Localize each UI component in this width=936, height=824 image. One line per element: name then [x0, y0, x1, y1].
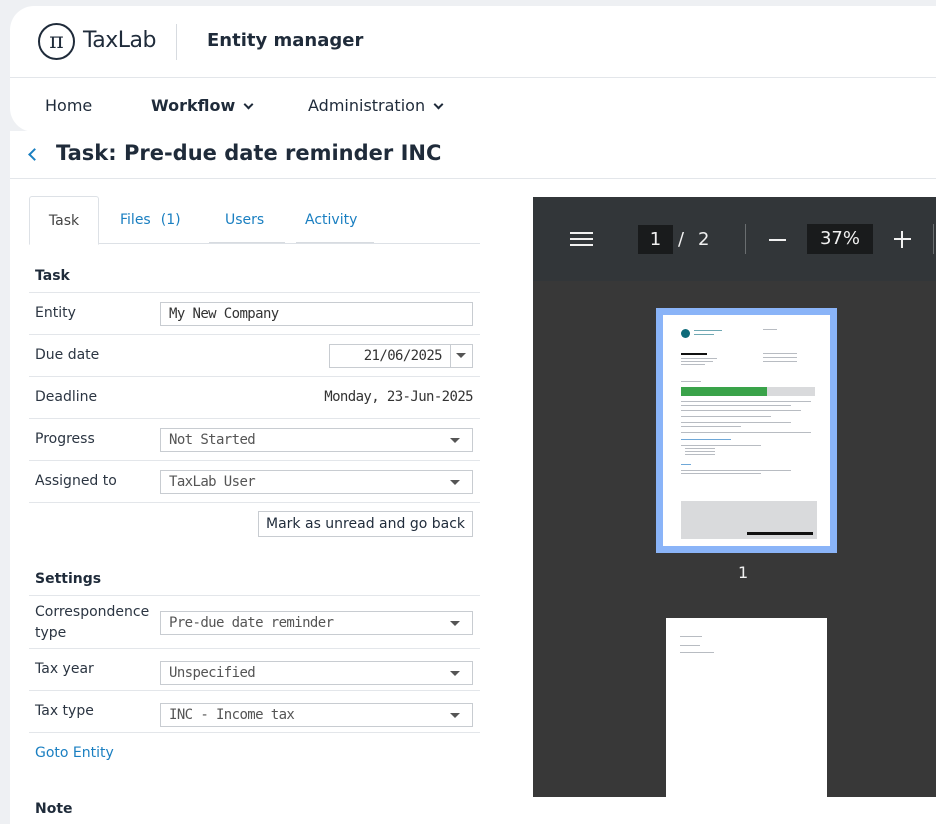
tab-task[interactable]: Task: [29, 196, 99, 245]
tab-files[interactable]: Files (1): [120, 196, 181, 244]
brand-divider: [176, 24, 177, 60]
assigned-value: TaxLab User: [169, 474, 256, 490]
deadline-value: Monday, 23-Jun-2025: [324, 389, 473, 405]
tax-type-value: INC - Income tax: [169, 707, 295, 723]
title-bar: Task: Pre-due date reminder INC: [10, 131, 936, 179]
goto-entity-link[interactable]: Goto Entity: [35, 745, 114, 761]
caret-down-icon: [450, 480, 460, 485]
page-number-input[interactable]: 1: [638, 225, 673, 254]
progress-select[interactable]: Not Started: [160, 428, 473, 452]
chevron-down-icon: [433, 99, 444, 110]
toolbar-divider: [745, 224, 746, 254]
corr-type-value: Pre-due date reminder: [169, 615, 334, 631]
caret-down-icon: [450, 671, 460, 676]
tab-users[interactable]: Users: [225, 196, 264, 244]
tab-users-underline: [209, 242, 285, 243]
due-date-field[interactable]: 21/06/2025: [329, 344, 473, 368]
due-date-value: 21/06/2025: [363, 348, 443, 364]
tab-activity[interactable]: Activity: [305, 196, 357, 244]
page-thumbnail-image: [663, 315, 830, 546]
letterhead-logo-icon: [681, 329, 690, 338]
toolbar-divider: [933, 224, 934, 254]
brand-bar: π TaxLab Entity manager: [10, 6, 936, 78]
tax-year-row: Tax year Unspecified: [29, 648, 480, 690]
tax-type-label: Tax type: [35, 703, 94, 719]
zoom-level-input[interactable]: 37%: [807, 224, 873, 254]
mark-row: Mark as unread and go back: [29, 502, 480, 548]
date-picker-button[interactable]: [450, 345, 472, 367]
page-thumbnail-1[interactable]: [656, 308, 837, 553]
corr-type-row: Correspondence type Pre-due date reminde…: [29, 595, 480, 648]
nav-home[interactable]: Home: [45, 96, 92, 115]
zoom-out-icon[interactable]: [769, 239, 786, 241]
tab-files-label: Files: [120, 212, 151, 228]
caret-down-icon: [450, 621, 460, 626]
files-count-badge: (1): [160, 212, 181, 228]
brand-name[interactable]: TaxLab: [83, 28, 157, 53]
caret-down-icon: [456, 353, 466, 358]
page-total: 2: [698, 229, 710, 250]
tax-type-row: Tax type INC - Income tax: [29, 690, 480, 732]
nav-administration-label: Administration: [308, 96, 426, 115]
chevron-down-icon: [243, 99, 254, 110]
thumbnail-1-number: 1: [738, 563, 749, 582]
caret-down-icon: [450, 438, 460, 443]
pdf-toolbar: 1 / 2 37%: [533, 197, 936, 281]
app-title: Entity manager: [207, 30, 364, 51]
assigned-row: Assigned to TaxLab User: [29, 460, 480, 502]
app-header: π TaxLab Entity manager Home Workflow Ad…: [10, 6, 936, 132]
nav-home-label: Home: [45, 96, 93, 115]
tax-year-label: Tax year: [35, 661, 94, 677]
page-thumbnail-2[interactable]: [666, 618, 827, 797]
tax-year-value: Unspecified: [169, 665, 256, 681]
due-date-label: Due date: [35, 347, 100, 363]
assigned-label: Assigned to: [35, 473, 117, 489]
mark-unread-button[interactable]: Mark as unread and go back: [258, 511, 473, 537]
back-chevron-icon[interactable]: [28, 148, 41, 161]
deadline-label: Deadline: [35, 389, 98, 405]
due-date-row: Due date 21/06/2025: [29, 334, 480, 376]
corr-type-label: Correspondence type: [35, 604, 150, 641]
nav-workflow[interactable]: Workflow: [151, 96, 254, 115]
entity-field[interactable]: My New Company: [160, 302, 473, 326]
pdf-viewer[interactable]: 1 / 2 37% 1: [533, 197, 936, 797]
nav-administration[interactable]: Administration: [308, 96, 444, 115]
tab-users-label: Users: [225, 212, 265, 228]
progress-value: Not Started: [169, 432, 256, 448]
task-section-title: Task: [35, 268, 70, 284]
tax-type-select[interactable]: INC - Income tax: [160, 703, 473, 727]
entity-row: Entity My New Company: [29, 292, 480, 334]
tab-activity-label: Activity: [305, 212, 358, 228]
taxlab-logo-icon[interactable]: π: [38, 23, 75, 60]
caret-down-icon: [450, 713, 460, 718]
nav-workflow-label: Workflow: [151, 96, 236, 115]
assigned-select[interactable]: TaxLab User: [160, 470, 473, 494]
tab-task-label: Task: [48, 213, 80, 229]
entity-label: Entity: [35, 305, 76, 321]
note-section-title: Note: [35, 801, 73, 817]
zoom-in-icon[interactable]: [894, 231, 911, 248]
progress-row: Progress Not Started: [29, 418, 480, 460]
main-nav: Home Workflow Administration: [10, 78, 936, 132]
deadline-row: Deadline Monday, 23-Jun-2025: [29, 376, 480, 418]
progress-label: Progress: [35, 431, 95, 447]
goto-row: Goto Entity: [29, 732, 480, 774]
menu-icon[interactable]: [570, 232, 593, 247]
tab-activity-underline: [296, 242, 374, 243]
tax-year-select[interactable]: Unspecified: [160, 661, 473, 685]
page-separator: /: [678, 229, 685, 250]
settings-section-title: Settings: [35, 571, 102, 587]
task-tabs: Task Files (1) Users Activity: [29, 196, 480, 245]
page-title: Task: Pre-due date reminder INC: [56, 141, 442, 165]
corr-type-select[interactable]: Pre-due date reminder: [160, 611, 473, 635]
